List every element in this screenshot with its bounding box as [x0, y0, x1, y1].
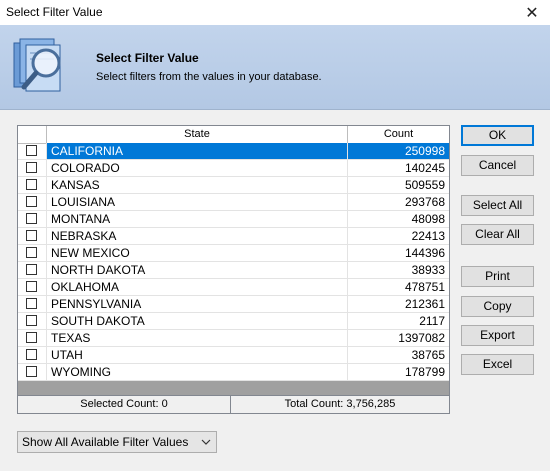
row-checkbox[interactable] [26, 281, 37, 292]
count-column-header[interactable]: Count [348, 126, 449, 143]
state-cell: UTAH [47, 347, 348, 364]
state-cell: SOUTH DAKOTA [47, 313, 348, 330]
total-count: Total Count: 3,756,285 [284, 398, 396, 410]
table-row[interactable]: TEXAS 1397082 [18, 330, 449, 347]
ok-button[interactable]: OK [461, 125, 534, 146]
checkbox-column-header[interactable] [18, 126, 47, 143]
row-checkbox[interactable] [26, 349, 37, 360]
state-cell: OKLAHOMA [47, 279, 348, 296]
state-cell: KANSAS [47, 177, 348, 194]
count-cell: 144396 [348, 245, 449, 262]
table-row[interactable]: PENNSYLVANIA 212361 [18, 296, 449, 313]
row-checkbox[interactable] [26, 162, 37, 173]
clear-all-button[interactable]: Clear All [461, 224, 534, 245]
state-cell: NORTH DAKOTA [47, 262, 348, 279]
count-cell: 1397082 [348, 330, 449, 347]
row-checkbox[interactable] [26, 298, 37, 309]
header-title: Select Filter Value [96, 51, 199, 65]
state-cell: CALIFORNIA [47, 143, 348, 160]
export-button[interactable]: Export [461, 325, 534, 346]
row-checkbox[interactable] [26, 247, 37, 258]
state-cell: LOUISIANA [47, 194, 348, 211]
copy-button[interactable]: Copy [461, 296, 534, 317]
table-row[interactable]: NORTH DAKOTA 38933 [18, 262, 449, 279]
count-cell: 22413 [348, 228, 449, 245]
count-cell: 250998 [348, 143, 449, 160]
row-checkbox[interactable] [26, 332, 37, 343]
table-row[interactable]: LOUISIANA 293768 [18, 194, 449, 211]
filter-mode-dropdown[interactable]: Show All Available Filter Values [17, 431, 217, 453]
state-cell: COLORADO [47, 160, 348, 177]
cancel-button[interactable]: Cancel [461, 155, 534, 176]
row-checkbox[interactable] [26, 264, 37, 275]
row-checkbox[interactable] [26, 196, 37, 207]
header-banner: Select Filter Value Select filters from … [0, 25, 550, 110]
count-cell: 293768 [348, 194, 449, 211]
table-row[interactable]: MONTANA 48098 [18, 211, 449, 228]
table-row[interactable]: NEBRASKA 22413 [18, 228, 449, 245]
table-row[interactable]: COLORADO 140245 [18, 160, 449, 177]
table-row[interactable]: NEW MEXICO 144396 [18, 245, 449, 262]
excel-button[interactable]: Excel [461, 354, 534, 375]
title-bar: Select Filter Value ✕ [0, 0, 550, 25]
state-cell: WYOMING [47, 364, 348, 381]
filter-values-grid[interactable]: State Count CALIFORNIA 250998 COLORADO 1402… [17, 125, 450, 414]
row-checkbox[interactable] [26, 213, 37, 224]
state-column-header[interactable]: State [47, 126, 348, 143]
select-filter-value-dialog: Select Filter Value ✕ Select Filter Valu… [0, 0, 550, 471]
row-checkbox[interactable] [26, 315, 37, 326]
state-cell: PENNSYLVANIA [47, 296, 348, 313]
count-cell: 2117 [348, 313, 449, 330]
row-checkbox[interactable] [26, 366, 37, 377]
count-cell: 38765 [348, 347, 449, 364]
select-all-button[interactable]: Select All [461, 195, 534, 216]
table-row[interactable]: OKLAHOMA 478751 [18, 279, 449, 296]
magnifier-documents-icon [13, 38, 61, 92]
count-cell: 212361 [348, 296, 449, 313]
state-cell: NEBRASKA [47, 228, 348, 245]
table-row[interactable]: SOUTH DAKOTA 2117 [18, 313, 449, 330]
state-cell: NEW MEXICO [47, 245, 348, 262]
horizontal-scrollbar[interactable] [18, 381, 449, 395]
row-checkbox[interactable] [26, 145, 37, 156]
state-cell: MONTANA [47, 211, 348, 228]
count-cell: 48098 [348, 211, 449, 228]
close-icon[interactable]: ✕ [514, 0, 550, 25]
table-row[interactable]: WYOMING 178799 [18, 364, 449, 381]
count-cell: 178799 [348, 364, 449, 381]
filter-mode-value: Show All Available Filter Values [22, 435, 189, 449]
grid-header: State Count [18, 126, 449, 144]
header-subtitle: Select filters from the values in your d… [96, 71, 322, 83]
count-cell: 140245 [348, 160, 449, 177]
row-checkbox[interactable] [26, 230, 37, 241]
count-cell: 509559 [348, 177, 449, 194]
count-cell: 38933 [348, 262, 449, 279]
chevron-down-icon [200, 432, 212, 452]
print-button[interactable]: Print [461, 266, 534, 287]
table-row[interactable]: KANSAS 509559 [18, 177, 449, 194]
state-cell: TEXAS [47, 330, 348, 347]
row-checkbox[interactable] [26, 179, 37, 190]
table-row[interactable]: CALIFORNIA 250998 [18, 143, 449, 160]
selected-count: Selected Count: 0 [18, 396, 231, 413]
grid-footer: Selected Count: 0 Total Count: 3,756,285 [18, 395, 449, 413]
window-title: Select Filter Value [6, 5, 103, 19]
table-row[interactable]: UTAH 38765 [18, 347, 449, 364]
count-cell: 478751 [348, 279, 449, 296]
